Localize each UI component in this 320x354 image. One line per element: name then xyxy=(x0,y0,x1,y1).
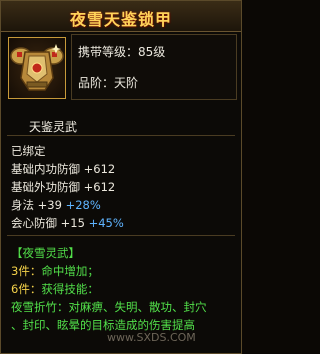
stat-value: +612 xyxy=(83,162,116,176)
grade-row: 品阶：天阶 xyxy=(78,74,138,91)
set-line: 3件：命中增加； xyxy=(11,263,99,279)
item-info-box: 携带等级：85级 品阶：天阶 xyxy=(71,34,237,100)
stat-value: +612 xyxy=(83,180,116,194)
stat-label: 身法 xyxy=(11,198,34,212)
carry-level-label: 携带等级： xyxy=(78,45,139,59)
watermark: www.SXDS.COM xyxy=(107,331,196,344)
set-line-prefix: 6件： xyxy=(11,282,42,296)
stat-row: 身法 +39 +28% xyxy=(11,197,101,213)
carry-level-row: 携带等级：85级 xyxy=(78,43,165,60)
stat-bonus: +45% xyxy=(88,216,124,230)
stat-label: 基础外功防御 xyxy=(11,180,80,194)
stat-row: 会心防御 +15 +45% xyxy=(11,215,124,231)
stat-bonus: +28% xyxy=(65,198,101,212)
item-name: 夜雪天鉴锁甲 xyxy=(69,10,172,29)
grade-label: 品阶： xyxy=(78,76,115,90)
stat-value: +39 xyxy=(37,198,62,212)
bound-status: 已绑定 xyxy=(11,144,46,158)
item-icon-frame[interactable] xyxy=(8,37,66,99)
divider xyxy=(7,235,235,236)
armor-icon xyxy=(10,44,64,91)
set-line-text: 命中增加； xyxy=(41,264,99,278)
grade-value: 天阶 xyxy=(114,76,139,90)
section-name: 天鉴灵武 xyxy=(29,120,78,134)
set-skill-line: 夜雪折竹：对麻痹、失明、散功、封穴 xyxy=(11,300,207,314)
stat-value: +15 xyxy=(60,216,85,230)
stat-row: 基础外功防御 +612 xyxy=(11,179,115,195)
divider xyxy=(7,135,235,136)
set-line: 6件：获得技能： xyxy=(11,281,99,297)
set-line-prefix: 3件： xyxy=(11,264,42,278)
item-tooltip: 夜雪天鉴锁甲 携带等级：85级 品阶：天阶 天鉴灵武 已绑定 基础内功防御 +6… xyxy=(0,0,242,354)
set-title: 【夜雪灵武】 xyxy=(11,246,80,260)
stat-label: 基础内功防御 xyxy=(11,162,80,176)
carry-level-value: 85级 xyxy=(138,45,166,59)
stat-label: 会心防御 xyxy=(11,216,57,230)
tooltip-title-bar: 夜雪天鉴锁甲 xyxy=(1,1,241,32)
set-line-text: 获得技能： xyxy=(41,282,99,296)
stat-row: 基础内功防御 +612 xyxy=(11,161,115,177)
